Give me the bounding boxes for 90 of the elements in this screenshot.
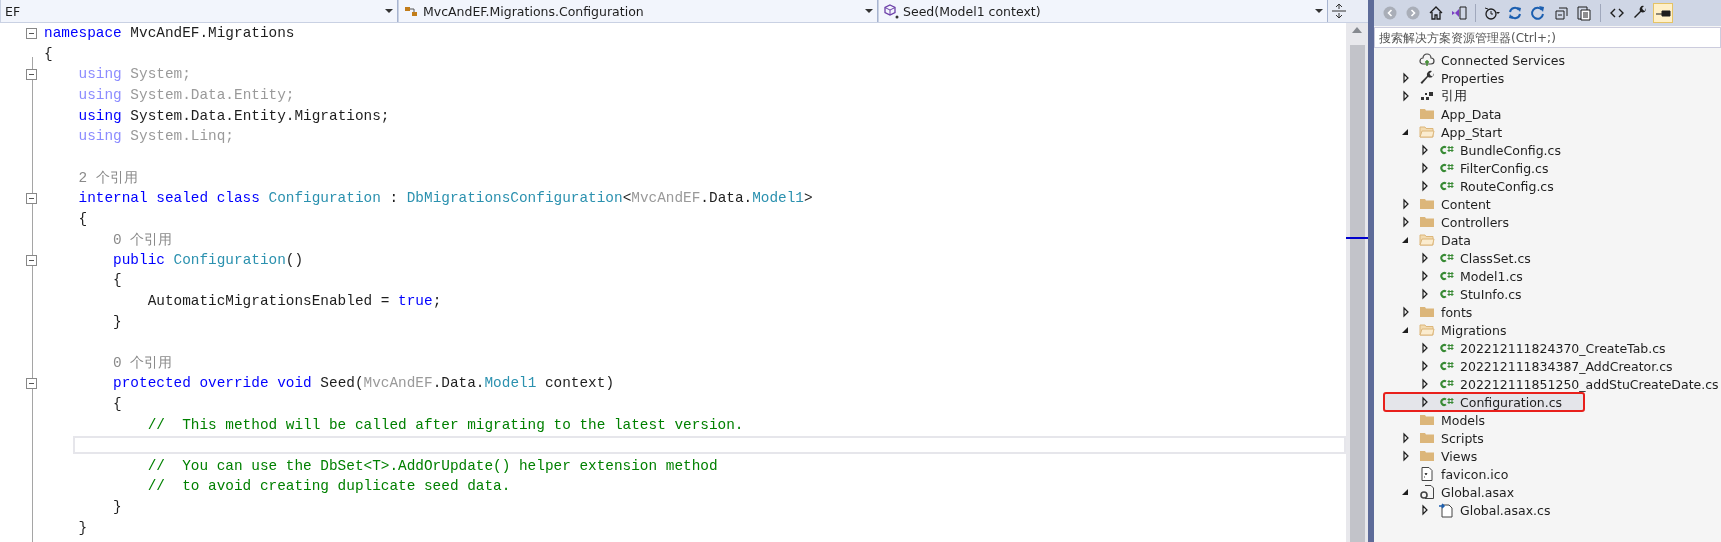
tree-item[interactable]: Views [1374, 447, 1721, 465]
tree-item[interactable]: Model1.cs [1374, 267, 1721, 285]
code-line: // You can use the DbSet<T>.AddOrUpdate() helper extension method [146, 457, 718, 474]
collapse-icon[interactable] [26, 192, 37, 204]
tree-item[interactable]: favicon.ico [1374, 465, 1721, 483]
collapse-icon[interactable] [26, 69, 37, 81]
back-icon [1382, 5, 1398, 21]
navigation-dropdown[interactable]: EF [0, 0, 398, 22]
code-line: using System.Linq; [77, 128, 234, 145]
tree-item[interactable]: Connected Services [1374, 51, 1721, 69]
scroll-up-icon[interactable] [1352, 27, 1362, 33]
code-line: using System.Data.Entity.Migrations; [77, 107, 390, 124]
folder-icon [1419, 448, 1435, 464]
collapse-icon[interactable] [26, 28, 37, 39]
code-line: using System; [77, 66, 191, 83]
sync-icon [1507, 5, 1523, 21]
code-line: // to avoid creating duplicate seed data. [146, 478, 511, 495]
caret-icon [1315, 8, 1323, 14]
tree-item[interactable]: 202212111824370_CreateTab.cs [1374, 339, 1721, 357]
open-folder-icon [1419, 124, 1435, 140]
wrench-icon [1419, 70, 1435, 86]
tree-item[interactable]: 引用 [1374, 87, 1721, 105]
method-icon [883, 3, 899, 19]
code-line: { [112, 396, 122, 412]
tree-item[interactable]: Global.asax.cs [1374, 501, 1721, 519]
tree-item[interactable]: Properties [1374, 69, 1721, 87]
collapse-icon [1553, 5, 1569, 21]
scrollbar[interactable] [1346, 23, 1368, 542]
code-line: // This method will be called after migrating to the latest version. [146, 416, 744, 433]
refresh-icon [1530, 5, 1546, 21]
code-line: internal sealed class Configuration : DbMigrationsConfiguration<MvcAndEF.Data.Model1> [77, 190, 813, 207]
tree-item[interactable]: RouteConfig.cs [1374, 177, 1721, 195]
forward-icon [1405, 5, 1421, 21]
code-line: } [112, 498, 122, 515]
code-line: 2 个引用 [77, 168, 138, 187]
tree-item[interactable]: Scripts [1374, 429, 1721, 447]
code-line: public Configuration() [112, 251, 304, 268]
file-icon [1419, 466, 1435, 482]
navigation-dropdown[interactable]: Seed(Model1 context) [878, 0, 1328, 22]
open-folder-icon [1419, 322, 1435, 338]
tree-item[interactable]: fonts [1374, 303, 1721, 321]
tree-item[interactable]: Global.asax [1374, 483, 1721, 501]
wrench-icon [1632, 5, 1648, 21]
collapse-icon[interactable] [26, 378, 37, 390]
tree-item[interactable]: App_Data [1374, 105, 1721, 123]
folder-icon [1419, 106, 1435, 122]
split-icon[interactable] [1332, 3, 1346, 19]
gear-file-icon [1419, 484, 1435, 500]
code-line: { [77, 210, 88, 227]
folder-icon [1419, 196, 1435, 212]
folder-icon [1419, 430, 1435, 446]
solution-icon [1451, 5, 1467, 21]
code-line: } [112, 313, 122, 330]
tree-item[interactable]: Migrations [1374, 321, 1721, 339]
toolbar-button[interactable] [1574, 3, 1594, 23]
linked-file-icon [1438, 502, 1454, 518]
clock-icon [1484, 5, 1500, 21]
folder-icon [1419, 214, 1435, 230]
search-field[interactable]: 搜索解决方案资源管理器(Ctrl+;) [1374, 27, 1721, 48]
files-icon [1576, 5, 1592, 21]
open-folder-icon [1419, 232, 1435, 248]
toolbar-button[interactable] [1653, 3, 1673, 23]
tree-item[interactable]: BundleConfig.cs [1374, 141, 1721, 159]
code-line: AutomaticMigrationsEnabled = true; [146, 293, 442, 309]
tree-item[interactable]: Data [1374, 231, 1721, 249]
tree-item[interactable]: ClassSet.cs [1374, 249, 1721, 267]
caret-icon [385, 8, 393, 14]
home-icon [1428, 5, 1444, 21]
tree-item[interactable]: FilterConfig.cs [1374, 159, 1721, 177]
code-line: using System.Data.Entity; [77, 87, 295, 104]
code-line: namespace MvcAndEF.Migrations [44, 25, 295, 42]
code-line: { [44, 45, 53, 62]
code-line: 0 个引用 [112, 230, 173, 249]
code-line: { [112, 272, 122, 289]
navigation-dropdown[interactable]: MvcAndEF.Migrations.Configuration [398, 0, 878, 22]
cloud-icon [1419, 52, 1435, 68]
tree-item[interactable]: StuInfo.cs [1374, 285, 1721, 303]
code-line: 0 个引用 [112, 354, 173, 373]
code-line: } [77, 519, 88, 536]
tree-item[interactable]: Controllers [1374, 213, 1721, 231]
collapse-icon[interactable] [26, 254, 37, 266]
code-line: protected override void Seed(MvcAndEF.Data.Model1 context) [112, 375, 615, 392]
tree-item[interactable]: 202212111834387_AddCreator.cs [1374, 357, 1721, 375]
tree-item[interactable]: 202212111851250_addStuCreateDate.cs [1374, 375, 1721, 393]
folder-icon [1419, 304, 1435, 320]
tree-item[interactable]: Models [1374, 411, 1721, 429]
tree-item[interactable]: App_Start [1374, 123, 1721, 141]
tree-item[interactable]: Content [1374, 195, 1721, 213]
tree-item[interactable]: Configuration.cs [1384, 393, 1584, 411]
caret-icon [865, 8, 873, 14]
